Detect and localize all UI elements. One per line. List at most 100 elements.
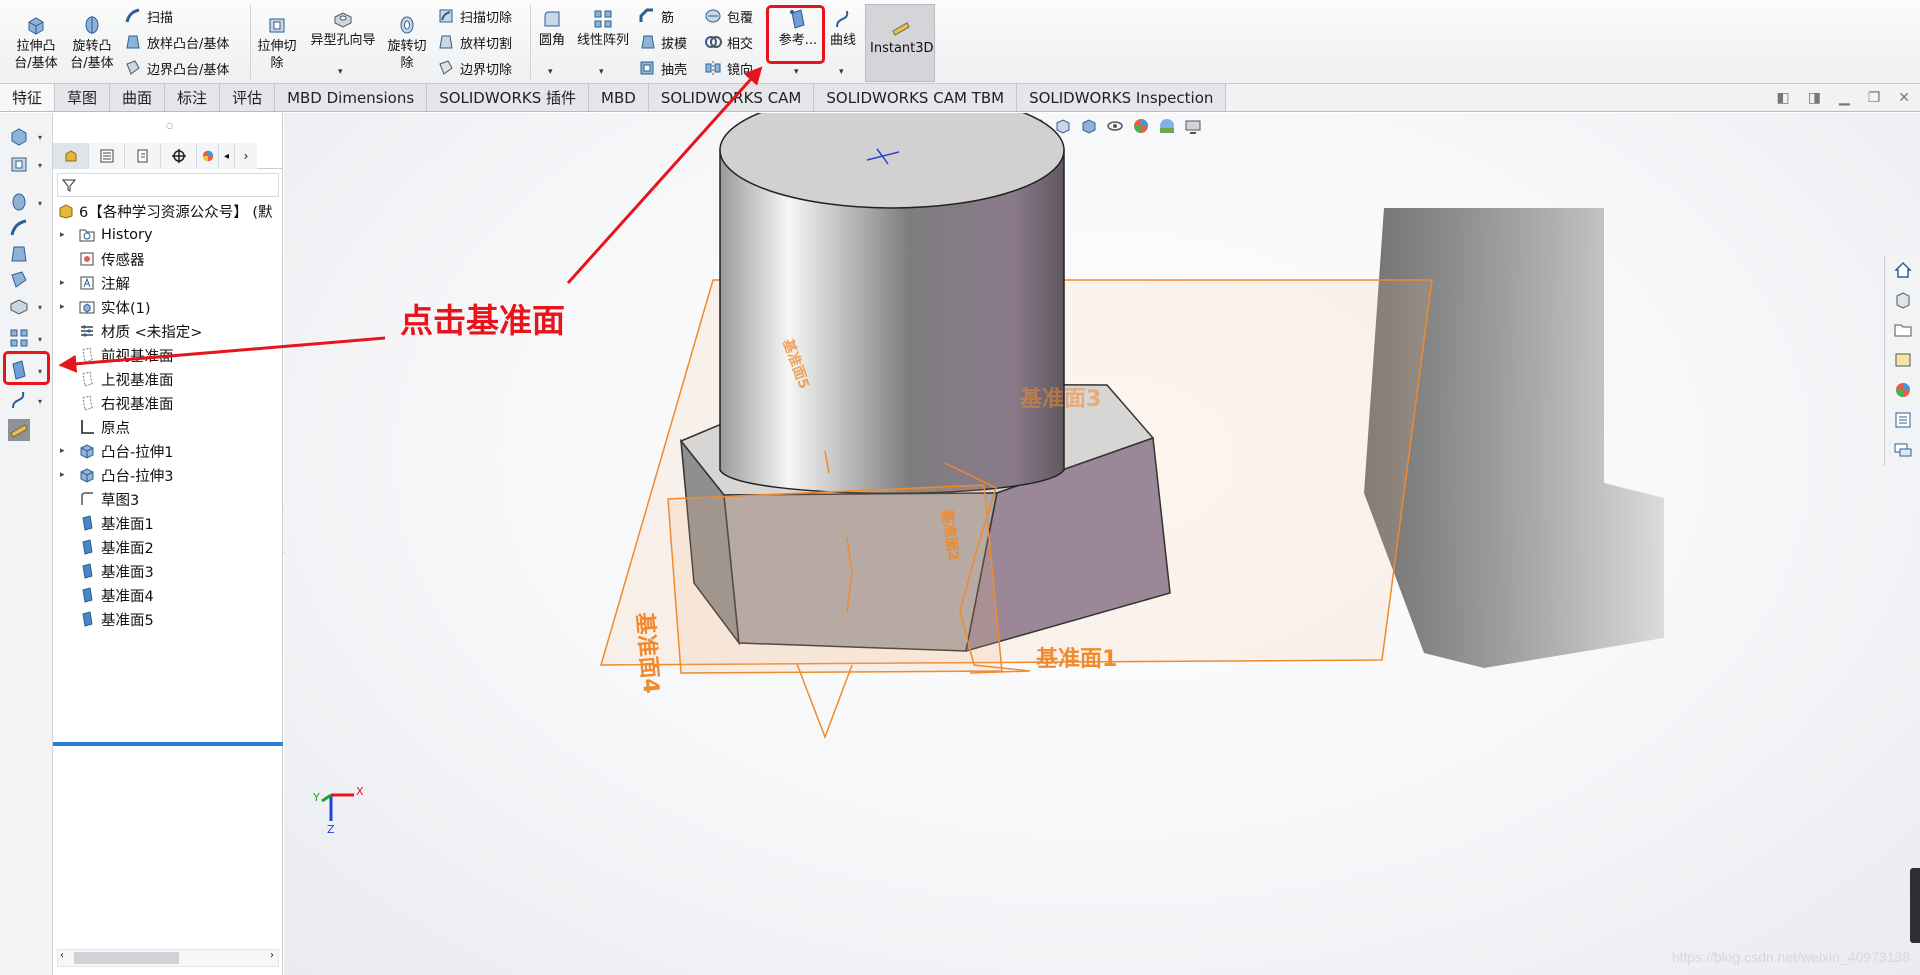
design-library-icon[interactable] (1893, 290, 1913, 310)
custom-properties-icon[interactable] (1893, 410, 1913, 430)
hole-wizard-icon[interactable] (8, 295, 30, 317)
tree-item[interactable]: 基准面5 (53, 607, 283, 631)
extrude-cut-icon[interactable] (8, 153, 30, 175)
tree-item[interactable]: 基准面1 (53, 511, 283, 535)
loft-button[interactable]: 放样凸台/基体 (124, 31, 229, 53)
tree-item[interactable]: 草图3 (53, 487, 283, 511)
linear-pattern-button[interactable]: 线性阵列 ▾ (572, 8, 634, 77)
tree-item[interactable]: 右视基准面 (53, 391, 283, 415)
sweep-cut-button[interactable]: 扫描切除 (437, 5, 512, 27)
horizontal-scrollbar[interactable]: ‹ › (57, 949, 279, 967)
tab-mbd[interactable]: MBD (589, 84, 649, 111)
tree-item[interactable]: 材质 <未指定> (53, 319, 283, 343)
expand-arrow-icon[interactable]: ▸ (60, 230, 65, 240)
plane-label-3[interactable]: 基准面3 (1020, 381, 1101, 413)
tab-mbd-dimensions[interactable]: MBD Dimensions (275, 84, 428, 111)
tile-right-icon[interactable]: ◨ (1808, 90, 1821, 106)
fillet-button[interactable]: 圆角 ▾ (534, 8, 570, 77)
curves-icon[interactable] (8, 389, 30, 411)
extrude-cut-button[interactable]: 拉伸切 除 (254, 14, 300, 72)
tree-item[interactable]: 基准面3 (53, 559, 283, 583)
rollback-bar[interactable] (53, 742, 283, 746)
tab-configuration-manager[interactable] (125, 143, 161, 169)
dropdown-arrow-icon[interactable]: ▾ (38, 397, 42, 406)
tree-root-part[interactable]: 6【各种学习资源公众号】 (默 (53, 199, 283, 223)
sweep-icon[interactable] (8, 217, 30, 239)
tree-item[interactable]: ▸ 注解 (53, 271, 283, 295)
tree-item[interactable]: ▸ 实体(1) (53, 295, 283, 319)
hole-wizard-dropdown-icon[interactable]: ▾ (338, 64, 343, 81)
plane-label-1[interactable]: 基准面1 (1036, 641, 1117, 673)
instant3d-button[interactable]: Instant3D (865, 4, 935, 82)
forum-icon[interactable] (1893, 440, 1913, 460)
tab-annotation[interactable]: 标注 (165, 84, 221, 111)
tree-item[interactable]: 前视基准面 (53, 343, 283, 367)
tab-solidworks-cam[interactable]: SOLIDWORKS CAM (648, 84, 815, 111)
restore-icon[interactable]: ❐ (1868, 90, 1881, 106)
draft-button[interactable]: 拔模 (638, 31, 687, 53)
tree-filter-field[interactable] (57, 173, 279, 197)
tab-features[interactable]: 特征 (0, 84, 56, 111)
close-icon[interactable]: ✕ (1898, 90, 1910, 106)
tab-property-manager[interactable] (89, 143, 125, 169)
scrollbar-thumb[interactable] (74, 952, 179, 964)
tree-item[interactable]: 基准面4 (53, 583, 283, 607)
tree-item[interactable]: 传感器 (53, 247, 283, 271)
tree-item[interactable]: ▸ 凸台-拉伸3 (53, 463, 283, 487)
tabs-scroll-left-icon[interactable]: ◂ (219, 143, 235, 169)
tree-item[interactable]: ▸ 凸台-拉伸1 (53, 439, 283, 463)
boundary-boss-button[interactable]: 边界凸台/基体 (124, 57, 229, 79)
tree-item[interactable]: ▸ History (53, 223, 283, 247)
minimize-icon[interactable]: ▁ (1839, 90, 1850, 106)
edge-side-handle[interactable] (1910, 868, 1920, 943)
curves-button[interactable]: 曲线 ▾ (825, 8, 861, 77)
rib-button[interactable]: 筋 (638, 5, 674, 27)
graphics-area[interactable]: 基准面1 基准面3 基准面4 基准面2 基准面5 X Y Z https://b… (284, 113, 1920, 975)
view-palette-icon[interactable] (1893, 350, 1913, 370)
revolve-boss-icon[interactable] (8, 191, 30, 213)
dropdown-arrow-icon[interactable]: ▾ (38, 199, 42, 208)
tabs-scroll-right-icon[interactable]: › (235, 143, 257, 169)
instant3d-icon[interactable] (8, 419, 30, 441)
tab-evaluate[interactable]: 评估 (220, 84, 276, 111)
curves-dropdown-icon[interactable]: ▾ (839, 64, 844, 81)
boundary-cut-button[interactable]: 边界切除 (437, 57, 512, 79)
home-icon[interactable] (1893, 260, 1913, 280)
tab-display-manager[interactable] (197, 143, 219, 169)
expand-arrow-icon[interactable]: ▸ (60, 446, 65, 456)
shell-button[interactable]: 抽壳 (638, 57, 687, 79)
tree-item[interactable]: 原点 (53, 415, 283, 439)
extrude-boss-button[interactable]: 拉伸凸 台/基体 (10, 14, 62, 72)
mirror-button[interactable]: 镜向 (704, 57, 753, 79)
panel-grip-icon[interactable]: ○ (166, 121, 173, 130)
tab-solidworks-addins[interactable]: SOLIDWORKS 插件 (427, 84, 590, 111)
tab-feature-tree[interactable] (53, 143, 89, 169)
linear-pattern-dropdown-icon[interactable]: ▾ (599, 64, 604, 81)
sweep-button[interactable]: 扫描 (124, 5, 173, 27)
reference-dropdown-icon[interactable]: ▾ (794, 64, 799, 81)
wrap-button[interactable]: 包覆 (704, 5, 753, 27)
scroll-right-icon[interactable]: › (270, 950, 274, 961)
expand-arrow-icon[interactable]: ▸ (60, 470, 65, 480)
revolve-cut-button[interactable]: 旋转切 除 (384, 14, 430, 72)
expand-arrow-icon[interactable]: ▸ (60, 302, 65, 312)
tab-dimxpert-manager[interactable] (161, 143, 197, 169)
hole-wizard-button[interactable]: 异型孔向导 ▾ (304, 8, 382, 77)
dropdown-arrow-icon[interactable]: ▾ (38, 303, 42, 312)
loft-icon[interactable] (8, 243, 30, 265)
loft-cut-button[interactable]: 放样切割 (437, 31, 512, 53)
boundary-boss-icon[interactable] (8, 269, 30, 291)
dropdown-arrow-icon[interactable]: ▾ (38, 133, 42, 142)
linear-pattern-icon[interactable] (8, 327, 30, 349)
dropdown-arrow-icon[interactable]: ▾ (38, 335, 42, 344)
scroll-left-icon[interactable]: ‹ (60, 950, 64, 961)
dropdown-arrow-icon[interactable]: ▾ (38, 161, 42, 170)
tab-sketch[interactable]: 草图 (55, 84, 111, 111)
tree-item[interactable]: 基准面2 (53, 535, 283, 559)
extrude-boss-icon[interactable] (8, 125, 30, 147)
tab-solidworks-inspection[interactable]: SOLIDWORKS Inspection (1017, 84, 1227, 111)
fillet-dropdown-icon[interactable]: ▾ (548, 64, 553, 81)
file-explorer-icon[interactable] (1893, 320, 1913, 340)
appearances-icon[interactable] (1893, 380, 1913, 400)
revolve-boss-button[interactable]: 旋转凸 台/基体 (66, 14, 118, 72)
